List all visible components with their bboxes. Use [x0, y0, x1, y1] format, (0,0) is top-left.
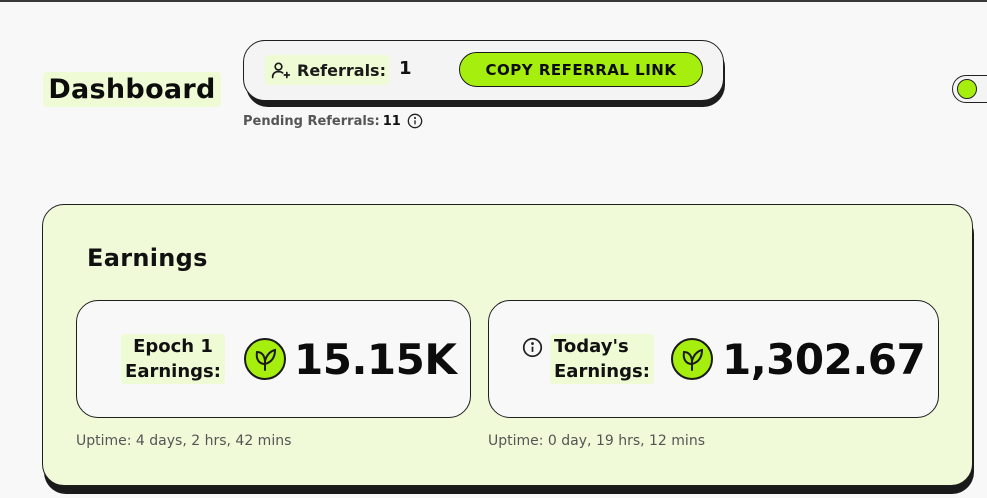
today-earnings-value: 1,302.67 [722, 335, 926, 384]
referrals-count: 1 [399, 58, 412, 79]
page-title: Dashboard [43, 72, 221, 107]
epoch-earnings-label: Epoch 1 Earnings: [121, 334, 225, 384]
earnings-title: Earnings [87, 244, 208, 272]
referrals-label: Referrals: [265, 55, 389, 85]
pending-referrals-count: 11 [382, 113, 401, 129]
epoch-earnings-value: 15.15K [294, 335, 457, 384]
epoch-uptime: Uptime: 4 days, 2 hrs, 42 mins [76, 433, 292, 449]
today-uptime: Uptime: 0 day, 19 hrs, 12 mins [488, 433, 705, 449]
referrals-label-text: Referrals: [297, 60, 386, 80]
toggle-knob [957, 79, 977, 99]
today-earnings-label: Today's Earnings: [550, 334, 654, 384]
user-plus-icon [271, 60, 291, 80]
leaf-icon [671, 338, 713, 380]
info-icon[interactable] [522, 337, 543, 362]
theme-toggle[interactable] [952, 75, 987, 103]
pending-referrals-label: Pending Referrals: [243, 113, 380, 129]
top-border [0, 0, 987, 2]
info-icon[interactable] [407, 113, 423, 129]
leaf-icon [244, 338, 286, 380]
copy-referral-link-button[interactable]: COPY REFERRAL LINK [459, 52, 703, 87]
pending-referrals: Pending Referrals: 11 [243, 112, 423, 130]
